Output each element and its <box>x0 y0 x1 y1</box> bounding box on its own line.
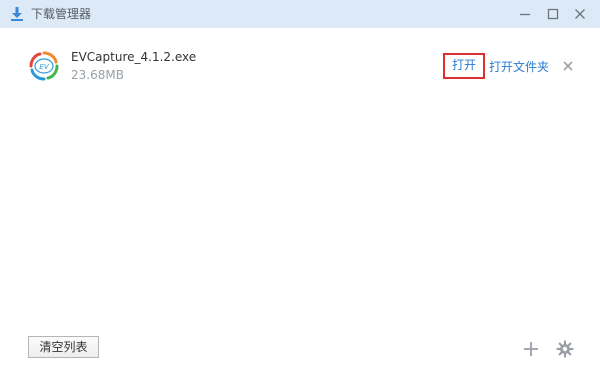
open-folder-button[interactable]: 打开文件夹 <box>489 59 549 75</box>
title-bar[interactable]: 下载管理器 <box>0 0 600 28</box>
plus-icon[interactable] <box>522 340 540 358</box>
close-icon[interactable] <box>570 4 590 24</box>
minimize-icon[interactable] <box>515 4 535 24</box>
svg-text:EV: EV <box>39 63 49 71</box>
evcapture-app-icon: EV <box>28 50 60 82</box>
open-button[interactable]: 打开 <box>443 53 485 79</box>
clear-list-button[interactable]: 清空列表 <box>28 336 99 358</box>
remove-item-close-icon[interactable] <box>561 59 575 73</box>
file-size: 23.68MB <box>71 68 124 82</box>
download-icon <box>9 6 25 22</box>
gear-icon[interactable] <box>556 340 574 358</box>
window-title: 下载管理器 <box>31 7 92 21</box>
download-manager-window: 下载管理器 EV EVCapture_4.1.2.exe 23.68MB 打开 … <box>0 0 600 376</box>
file-name: EVCapture_4.1.2.exe <box>71 50 197 64</box>
download-item: EV EVCapture_4.1.2.exe 23.68MB 打开 打开文件夹 <box>0 28 600 108</box>
maximize-icon[interactable] <box>543 4 563 24</box>
